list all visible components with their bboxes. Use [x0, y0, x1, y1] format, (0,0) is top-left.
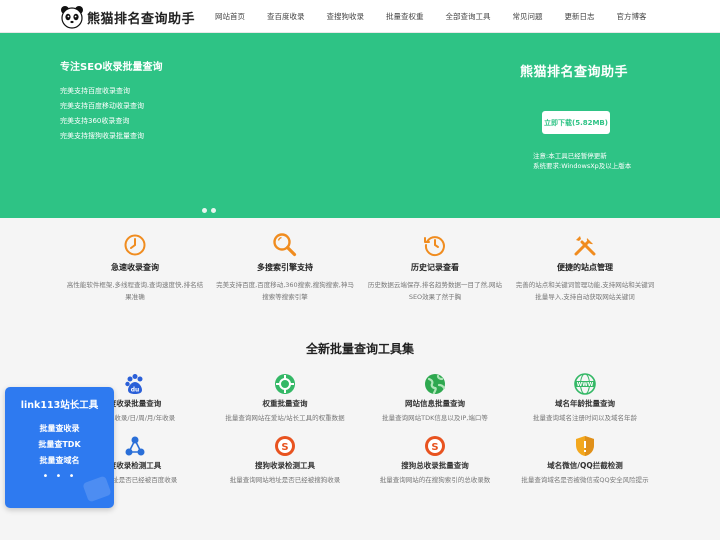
- feature-multi-engine: 多搜索引擎支持 完美支持百度,百度移动,360搜索,搜狗搜索,神马搜索等搜索引擎: [210, 232, 360, 303]
- www-globe-icon: WWW: [510, 372, 660, 396]
- banner-feature-item: 完美支持搜狗收录批量查询: [60, 132, 144, 140]
- banner-title: 专注SEO收录批量查询: [60, 62, 163, 73]
- sogou-icon: S: [360, 434, 510, 458]
- history-icon: [360, 232, 510, 258]
- nav-faq[interactable]: 常见问题: [513, 11, 543, 22]
- nav-home[interactable]: 网站首页: [215, 11, 245, 22]
- widget-title: link113站长工具: [20, 400, 99, 411]
- magnifier-icon: [210, 232, 360, 258]
- banner-feature-item: 完美支持360收录查询: [60, 117, 130, 125]
- feature-desc: 完美支持百度,百度移动,360搜索,搜狗搜索,神马搜索等搜索引擎: [216, 281, 354, 301]
- tool-desc: 批量查询域名是否被微信或QQ安全风险提示: [521, 476, 649, 484]
- main-nav: 网站首页 查百度收录 查搜狗收录 批量查权重 全部查询工具 常见问题 更新日志 …: [215, 0, 669, 33]
- feature-fast-query: 急速收录查询 高性能软件框架,多线程查询,查询速度快,排名结果准确: [60, 232, 210, 303]
- nav-all-tools[interactable]: 全部查询工具: [446, 11, 491, 22]
- svg-text:du: du: [131, 387, 140, 394]
- tool-title: 域名年龄批量查询: [555, 399, 615, 408]
- update-note: 注意:本工具已经暂停更新 系统要求:WindowsXp及以上版本: [533, 151, 631, 171]
- app-title: 熊猫排名查询助手: [520, 65, 629, 80]
- tool-desc: 批量查询网站地址是否已经被搜狗收录: [229, 476, 341, 484]
- feature-history: 历史记录查看 历史数据云端保存,排名趋势数据一目了然,网站SEO效果了然于胸: [360, 232, 510, 303]
- tool-domain-age-batch[interactable]: WWW 域名年龄批量查询 批量查询域名注册时间以及域名年龄: [510, 372, 660, 422]
- header: 熊猫排名查询助手 网站首页 查百度收录 查搜狗收录 批量查权重 全部查询工具 常…: [0, 0, 720, 33]
- feature-desc: 完善的站点和关键词管理功能,支持网站和关键词批量导入,支持自动获取网站关键词: [515, 281, 655, 301]
- tools-icon: [510, 232, 660, 258]
- features-section: 急速收录查询 高性能软件框架,多线程查询,查询速度快,排名结果准确 多搜索引擎支…: [60, 232, 660, 312]
- carousel-dot[interactable]: [211, 208, 216, 213]
- feature-title: 急速收录查询: [111, 263, 159, 272]
- tool-weight-batch[interactable]: 权重批量查询 批量查询网站在爱站/站长工具的权重数据: [210, 372, 360, 422]
- tool-desc: 批量查询网站TDK信息以及IP,端口等: [382, 414, 488, 422]
- hero-banner: 专注SEO收录批量查询 完美支持百度收录查询 完美支持百度移动收录查询 完美支持…: [0, 33, 720, 218]
- nav-batch-weight[interactable]: 批量查权重: [386, 11, 424, 22]
- tool-desc: 批量查询网站在爱站/站长工具的权重数据: [225, 414, 345, 422]
- tool-wechat-qq-block-check[interactable]: 域名微信/QQ拦截检测 批量查询域名是否被微信或QQ安全风险提示: [510, 434, 660, 484]
- widget-link-batch-index[interactable]: 批量查收录: [5, 423, 114, 434]
- floating-tools-widget: link113站长工具 批量查收录 批量查TDK 批量查域名 • • •: [5, 387, 114, 508]
- weight-icon: [210, 372, 360, 396]
- carousel-dot[interactable]: [202, 208, 207, 213]
- feature-title: 便捷的站点管理: [557, 263, 613, 272]
- logo-text: 熊猫排名查询助手: [87, 11, 196, 27]
- feature-title: 历史记录查看: [411, 263, 459, 272]
- feature-title: 多搜索引擎支持: [257, 263, 313, 272]
- tools-section-title: 全新批量查询工具集: [305, 342, 414, 356]
- tool-site-info-batch[interactable]: 网站信息批量查询 批量查询网站TDK信息以及IP,端口等: [360, 372, 510, 422]
- logo[interactable]: 熊猫排名查询助手: [60, 5, 195, 29]
- feature-site-management: 便捷的站点管理 完善的站点和关键词管理功能,支持网站和关键词批量导入,支持自动获…: [510, 232, 660, 303]
- tool-title: 搜狗总收录批量查询: [401, 461, 469, 470]
- tool-title: 搜狗收录检测工具: [255, 461, 315, 470]
- widget-link-batch-tdk[interactable]: 批量查TDK: [5, 439, 114, 450]
- feature-desc: 历史数据云端保存,排名趋势数据一目了然,网站SEO效果了然于胸: [367, 281, 503, 301]
- tool-desc: 批量查询域名注册时间以及域名年龄: [533, 414, 637, 422]
- nav-sogou-index[interactable]: 查搜狗收录: [327, 11, 365, 22]
- shield-icon: [510, 434, 660, 458]
- note-line: 系统要求:WindowsXp及以上版本: [533, 162, 632, 170]
- download-button[interactable]: 立即下载(5.82MB): [542, 111, 610, 134]
- svg-text:S: S: [281, 442, 288, 453]
- nav-baidu-index[interactable]: 查百度收录: [267, 11, 305, 22]
- svg-text:S: S: [431, 442, 438, 453]
- feature-desc: 高性能软件框架,多线程查询,查询速度快,排名结果准确: [66, 281, 204, 301]
- svg-text:WWW: WWW: [577, 382, 594, 388]
- tool-desc: 批量查询网站的在搜狗索引的总收录数: [379, 476, 491, 484]
- panda-icon: [60, 5, 84, 29]
- tool-title: 域名微信/QQ拦截检测: [547, 461, 623, 470]
- globe-icon: [360, 372, 510, 396]
- widget-link-batch-domain[interactable]: 批量查域名: [5, 455, 114, 466]
- tool-sogou-index-check[interactable]: S 搜狗收录检测工具 批量查询网站地址是否已经被搜狗收录: [210, 434, 360, 484]
- nav-blog[interactable]: 官方博客: [617, 11, 647, 22]
- carousel-dots: [202, 208, 220, 213]
- tool-title: 权重批量查询: [262, 399, 308, 408]
- tool-sogou-total-index[interactable]: S 搜狗总收录批量查询 批量查询网站的在搜狗索引的总收录数: [360, 434, 510, 484]
- clock-icon: [60, 232, 210, 258]
- note-line: 注意:本工具已经暂停更新: [533, 152, 607, 160]
- banner-feature-item: 完美支持百度移动收录查询: [60, 102, 144, 110]
- tool-title: 网站信息批量查询: [405, 399, 465, 408]
- nav-changelog[interactable]: 更新日志: [565, 11, 595, 22]
- banner-feature-list: 完美支持百度收录查询 完美支持百度移动收录查询 完美支持360收录查询 完美支持…: [60, 88, 144, 148]
- sogou-icon: S: [210, 434, 360, 458]
- banner-feature-item: 完美支持百度收录查询: [60, 87, 130, 95]
